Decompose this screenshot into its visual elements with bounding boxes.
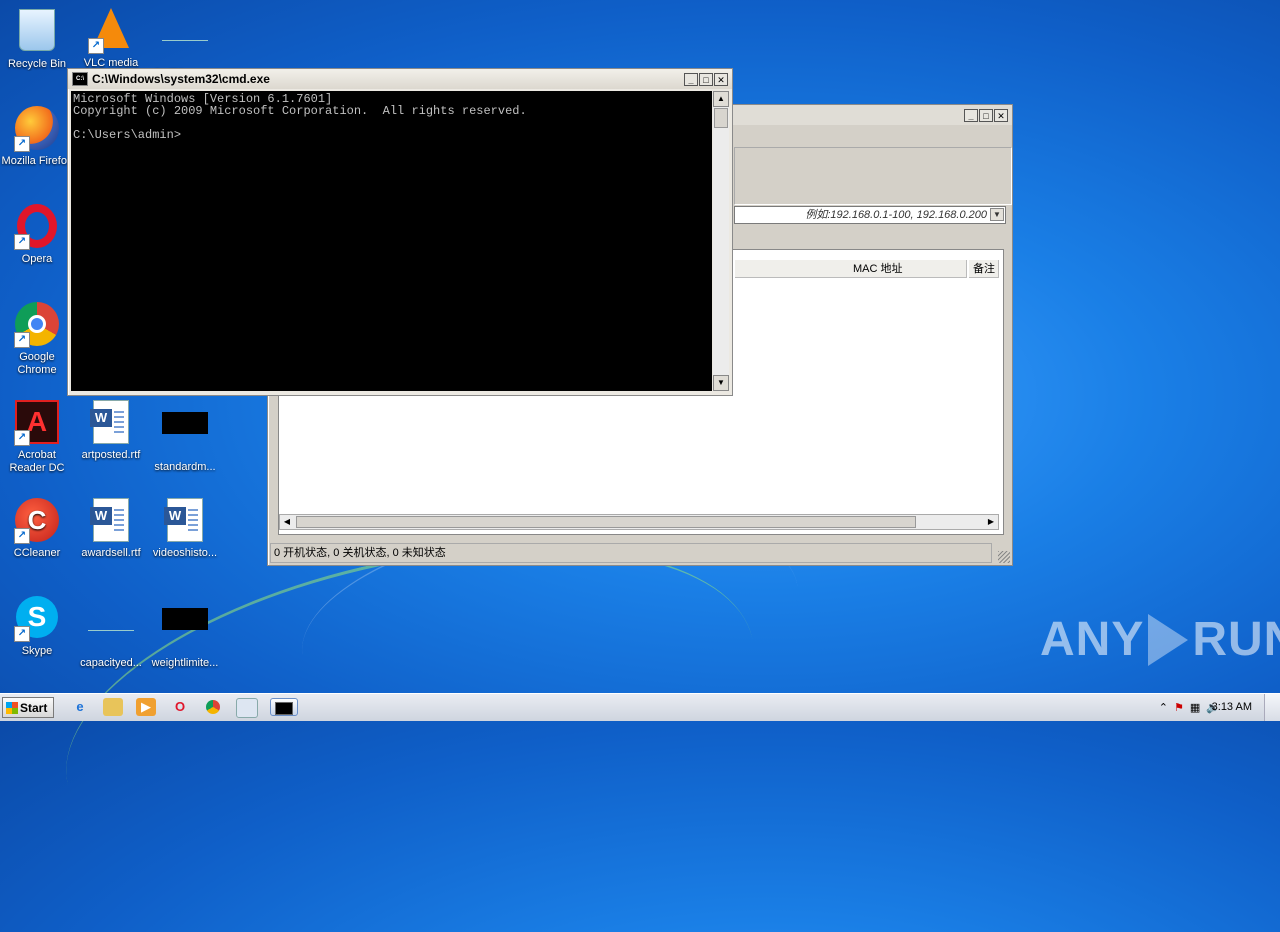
desktop-icon-label: awardsell.rtf — [81, 547, 141, 559]
start-label: Start — [20, 701, 48, 715]
scanner-toolbar-panel — [734, 147, 1012, 205]
maximize-button[interactable]: □ — [979, 108, 993, 122]
desktop-icon-chrome[interactable]: ↗ Google Chrome — [0, 302, 74, 377]
recycle-bin-icon — [19, 9, 55, 51]
minimize-button[interactable]: _ — [964, 108, 978, 122]
chrome-taskbar-icon[interactable] — [203, 698, 223, 716]
horizontal-scrollbar[interactable]: ◀ ▶ — [279, 514, 999, 530]
file-icon — [162, 412, 208, 434]
scroll-right-icon[interactable]: ▶ — [984, 515, 998, 529]
desktop-icon-label: Mozilla Firefox — [1, 155, 73, 167]
shortcut-arrow-icon: ↗ — [14, 430, 30, 446]
cmd-window[interactable]: C:\ C:\Windows\system32\cmd.exe _ □ ✕ Mi… — [67, 68, 733, 396]
shortcut-arrow-icon: ↗ — [88, 38, 104, 54]
desktop-icon-label: standardm... — [154, 461, 216, 473]
desktop-icon-recycle-bin[interactable]: Recycle Bin — [0, 6, 74, 71]
desktop-icon-label: weightlimite... — [151, 657, 219, 669]
resize-grip-icon[interactable] — [998, 551, 1010, 563]
windows-flag-icon — [6, 702, 18, 714]
desktop-icon-firefox[interactable]: ↗ Mozilla Firefox — [0, 106, 74, 168]
shortcut-arrow-icon: ↗ — [14, 528, 30, 544]
ip-range-field[interactable]: 例如:192.168.0.1-100, 192.168.0.200 ▼ — [734, 206, 1006, 224]
scroll-up-icon[interactable]: ▲ — [713, 91, 729, 107]
shortcut-arrow-icon: ↗ — [14, 332, 30, 348]
cmd-title: C:\Windows\system32\cmd.exe — [92, 72, 270, 86]
shortcut-arrow-icon: ↗ — [14, 626, 30, 642]
scrollbar-thumb[interactable] — [714, 108, 728, 128]
file-icon — [88, 608, 134, 631]
desktop-icon-label: Acrobat Reader DC — [9, 449, 65, 474]
word-document-icon — [164, 498, 203, 542]
ip-range-placeholder: 例如:192.168.0.1-100, 192.168.0.200 — [805, 209, 987, 221]
show-desktop-button[interactable] — [1264, 694, 1280, 721]
cmd-taskbar-icon[interactable] — [270, 698, 298, 716]
desktop-icon-label: CCleaner — [13, 547, 61, 559]
column-header-placeholder[interactable] — [735, 260, 853, 278]
opera-taskbar-icon[interactable]: O — [170, 698, 190, 716]
desktop-icon-label: artposted.rtf — [81, 449, 141, 461]
file-icon — [162, 608, 208, 630]
scroll-down-icon[interactable]: ▼ — [713, 375, 729, 391]
vertical-scrollbar[interactable]: ▲ ▼ — [713, 91, 729, 391]
column-header-notes[interactable]: 备注 — [969, 260, 999, 278]
anyrun-watermark: ANY RUN — [1040, 612, 1280, 667]
desktop-icon-weightlimite[interactable]: weightlimite... — [148, 596, 222, 670]
desktop-icon-skype[interactable]: S ↗ Skype — [0, 596, 74, 658]
show-hidden-icons-icon[interactable]: ⌃ — [1159, 701, 1168, 714]
desktop-icon-ccleaner[interactable]: C ↗ CCleaner — [0, 498, 74, 560]
file-explorer-icon[interactable] — [103, 698, 123, 716]
clock[interactable]: 3:13 AM — [1212, 694, 1252, 721]
desktop-icon-label: Google Chrome — [17, 351, 57, 376]
desktop-icon-acrobat[interactable]: A ↗ Acrobat Reader DC — [0, 400, 74, 475]
internet-explorer-icon[interactable]: e — [70, 698, 90, 716]
desktop-icon-vlc[interactable]: ↗ VLC media — [74, 6, 148, 70]
network-icon[interactable]: ▦ — [1190, 701, 1200, 714]
word-document-icon — [90, 400, 129, 444]
close-button[interactable]: ✕ — [714, 72, 728, 86]
start-button[interactable]: Start — [2, 697, 54, 718]
desktop-icon-label: Skype — [21, 645, 53, 657]
shortcut-arrow-icon: ↗ — [14, 234, 30, 250]
file-icon — [162, 18, 208, 41]
maximize-button[interactable]: □ — [699, 72, 713, 86]
minimize-button[interactable]: _ — [684, 72, 698, 86]
desktop-icon-standardm[interactable]: standardm... — [148, 400, 222, 474]
shortcut-arrow-icon: ↗ — [14, 136, 30, 152]
taskbar: Start e ▶ O ⌃ ⚑ ▦ 🔈 3:13 AM — [0, 693, 1280, 721]
desktop-icon-capacityed[interactable]: capacityed... — [74, 596, 148, 670]
column-header-mac[interactable]: MAC 地址 — [849, 260, 967, 278]
watermark-text: ANY — [1040, 613, 1145, 666]
desktop-icon-awardsell[interactable]: awardsell.rtf — [74, 498, 148, 560]
scrollbar-thumb[interactable] — [296, 516, 916, 528]
desktop-icon-artposted[interactable]: artposted.rtf — [74, 400, 148, 462]
desktop-icon-label: videoshisto... — [152, 547, 218, 559]
media-player-icon[interactable]: ▶ — [136, 698, 156, 716]
dropdown-arrow-icon[interactable]: ▼ — [990, 208, 1004, 221]
cmd-titlebar[interactable]: C:\ C:\Windows\system32\cmd.exe _ □ ✕ — [68, 69, 732, 89]
action-center-icon[interactable]: ⚑ — [1174, 701, 1184, 714]
scroll-left-icon[interactable]: ◀ — [280, 515, 294, 529]
cmd-console-output[interactable]: Microsoft Windows [Version 6.1.7601] Cop… — [71, 91, 712, 391]
network-scanner-taskbar-icon[interactable] — [236, 698, 258, 718]
watermark-text: RUN — [1192, 613, 1280, 666]
play-icon — [1148, 613, 1189, 666]
desktop-icon-label: capacityed... — [80, 657, 142, 669]
word-document-icon — [90, 498, 129, 542]
desktop-icon-label: Recycle Bin — [7, 58, 67, 70]
desktop-icon-videoshisto[interactable]: videoshisto... — [148, 498, 222, 560]
cmd-icon: C:\ — [72, 72, 88, 86]
desktop-icon-label: Opera — [21, 253, 53, 265]
close-button[interactable]: ✕ — [994, 108, 1008, 122]
status-bar: 0 开机状态, 0 关机状态, 0 未知状态 — [270, 543, 992, 563]
desktop-icon-opera[interactable]: ↗ Opera — [0, 204, 74, 266]
